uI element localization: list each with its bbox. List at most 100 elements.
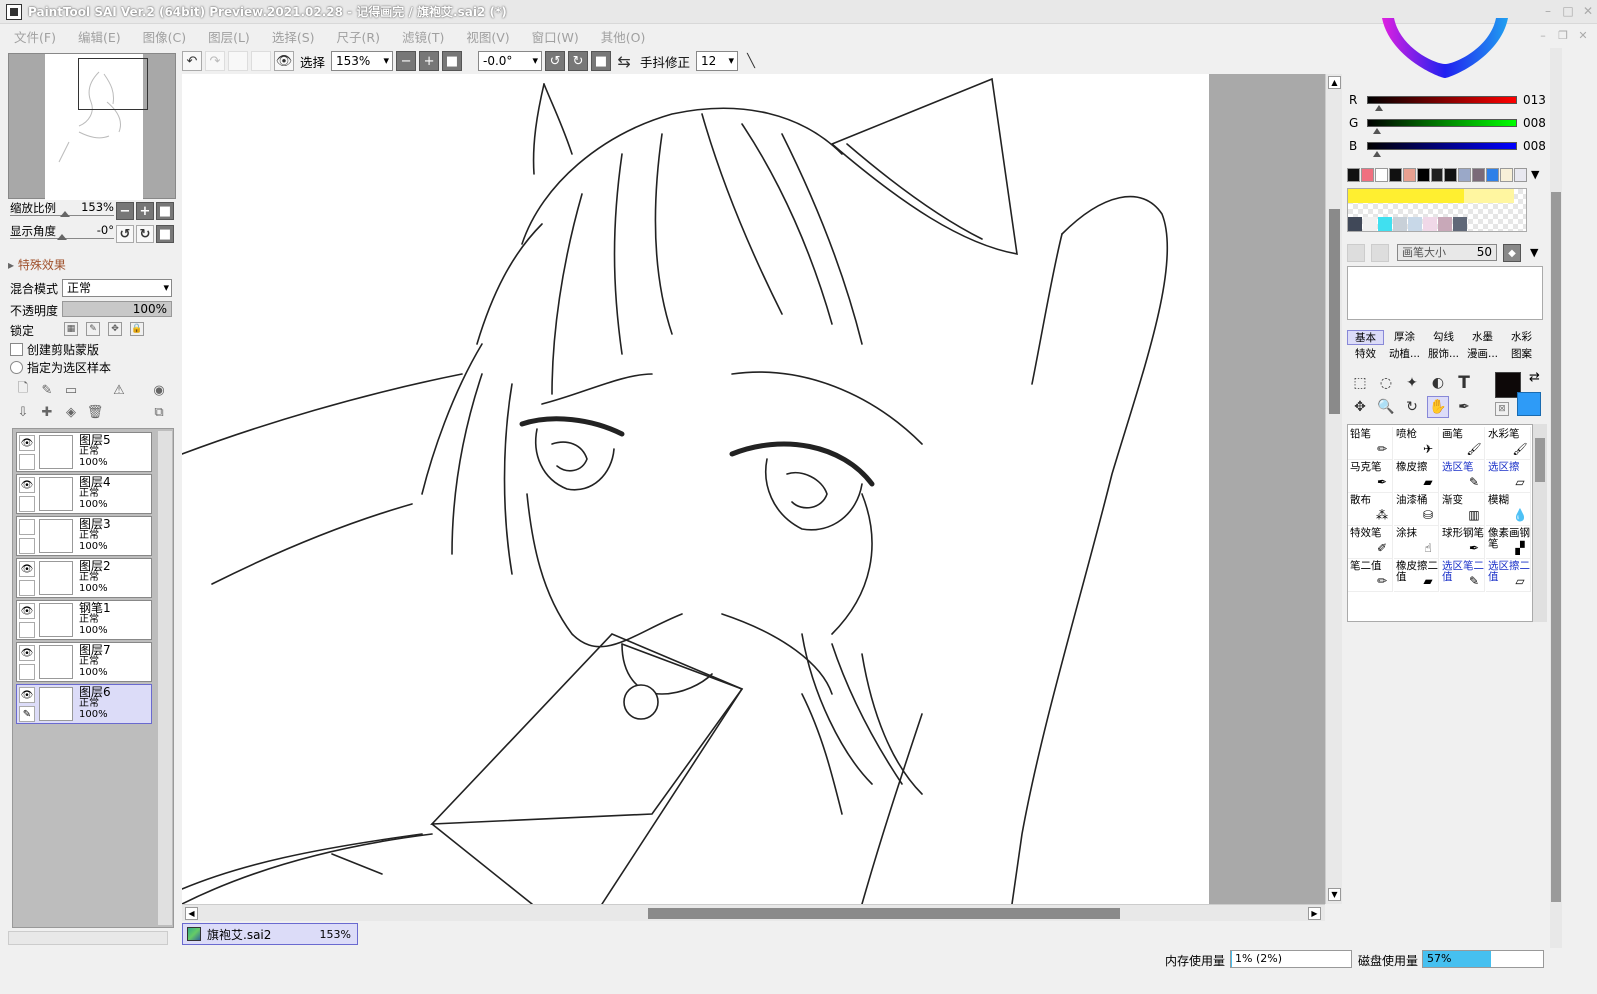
toolbar-zoom-out-button[interactable]: −: [396, 51, 417, 71]
lock-paint-icon[interactable]: ✎: [86, 322, 100, 336]
menu-image[interactable]: 图像(C): [143, 27, 186, 46]
brush-size-decrease-button[interactable]: [1347, 244, 1365, 262]
navigator-view-rect[interactable]: [78, 58, 148, 110]
menu-select[interactable]: 选择(S): [272, 27, 315, 46]
close-icon[interactable]: ✕: [1579, 2, 1597, 20]
brush-tool-cell[interactable]: 橡皮擦 ▰: [1394, 460, 1439, 493]
layer-item[interactable]: 👁 图层4 正常 100%: [16, 474, 152, 514]
menu-window[interactable]: 窗口(W): [532, 27, 579, 46]
undo-icon[interactable]: ↶: [182, 51, 202, 71]
transparent-color-icon[interactable]: ⊠: [1495, 402, 1509, 416]
brush-tool-cell[interactable]: 马克笔 ✒: [1348, 460, 1393, 493]
eyedropper-icon[interactable]: ✒: [1453, 396, 1475, 418]
redo-icon[interactable]: ↷: [205, 51, 225, 71]
palette-swatch[interactable]: [1423, 217, 1437, 231]
zoom-in-button[interactable]: +: [136, 202, 154, 220]
deselect-icon[interactable]: [228, 51, 248, 71]
layer-edit-toggle[interactable]: [19, 496, 35, 512]
straight-line-icon[interactable]: ╲: [741, 51, 761, 71]
right-panel-scrollbar[interactable]: [1550, 48, 1562, 948]
brush-tool-cell[interactable]: 选区擦二值 ▱: [1486, 559, 1531, 592]
brush-tab[interactable]: 图案: [1503, 347, 1540, 362]
doc-minimize-icon[interactable]: –: [1535, 27, 1551, 43]
palette-swatch[interactable]: [1408, 217, 1422, 231]
rotate-tool-icon[interactable]: ↻: [1401, 396, 1423, 418]
blue-knob[interactable]: [1373, 151, 1381, 157]
brush-grid-scroll-thumb[interactable]: [1535, 438, 1545, 482]
red-knob[interactable]: [1375, 105, 1383, 111]
green-bar[interactable]: [1367, 119, 1517, 127]
layer-visibility-toggle[interactable]: 👁: [19, 603, 35, 619]
clipping-mask-row[interactable]: 创建剪贴蒙版: [10, 341, 99, 358]
red-bar[interactable]: [1367, 96, 1517, 104]
brush-size-increase-button[interactable]: [1371, 244, 1389, 262]
layer-list-scrollbar[interactable]: [158, 431, 172, 925]
magic-wand-icon[interactable]: ✦: [1401, 372, 1423, 394]
color-swatch[interactable]: [1430, 168, 1444, 182]
zoom-reset-button[interactable]: ■: [156, 202, 174, 220]
canvas-area[interactable]: [182, 74, 1325, 904]
scroll-down-icon[interactable]: ▼: [1328, 888, 1341, 901]
copy-layer-icon[interactable]: ✚: [38, 403, 56, 421]
invert-selection-icon[interactable]: [251, 51, 271, 71]
layer-edit-toggle[interactable]: ✎: [19, 706, 35, 722]
palette-swatch[interactable]: [1453, 217, 1467, 231]
zoom-tool-icon[interactable]: 🔍: [1375, 396, 1397, 418]
new-layer-icon[interactable]: 🗋: [14, 381, 32, 399]
delete-layer-icon[interactable]: 🗑: [86, 403, 104, 421]
menu-layer[interactable]: 图层(L): [208, 27, 250, 46]
palette-swatch[interactable]: [1438, 217, 1452, 231]
palette-swatch[interactable]: [1378, 217, 1392, 231]
brush-tool-cell[interactable]: 模糊 💧: [1486, 493, 1531, 526]
color-swatch[interactable]: [1374, 168, 1388, 182]
layer-edit-toggle[interactable]: [19, 664, 35, 680]
zoom-select[interactable]: 153%: [331, 51, 394, 71]
menu-other[interactable]: 其他(O): [601, 27, 646, 46]
swatch-palette[interactable]: [1347, 188, 1527, 232]
apply-mask-icon[interactable]: ⧉: [150, 403, 168, 421]
color-swatch[interactable]: [1360, 168, 1374, 182]
color-swatch[interactable]: [1402, 168, 1416, 182]
brush-grid-scrollbar[interactable]: [1533, 424, 1547, 622]
layer-effect-icon[interactable]: ⚠: [110, 381, 128, 399]
green-slider[interactable]: G 008: [1349, 116, 1546, 136]
toolbar-zoom-in-button[interactable]: +: [419, 51, 440, 71]
brush-tab[interactable]: 水彩: [1503, 330, 1540, 345]
drawing-canvas[interactable]: [182, 74, 1209, 904]
brush-tool-cell[interactable]: 散布 ⁂: [1348, 493, 1393, 526]
palette-swatch[interactable]: [1393, 217, 1407, 231]
green-knob[interactable]: [1373, 128, 1381, 134]
palette-swatch[interactable]: [1363, 217, 1377, 231]
doc-restore-icon[interactable]: ❐: [1555, 27, 1571, 43]
menu-view[interactable]: 视图(V): [466, 27, 509, 46]
layer-visibility-toggle[interactable]: 👁: [19, 561, 35, 577]
selection-visibility-icon[interactable]: 👁: [274, 51, 294, 71]
clipping-mask-checkbox[interactable]: [10, 343, 23, 356]
brush-tool-cell[interactable]: 画笔 🖌: [1440, 427, 1485, 460]
zoom-knob[interactable]: [59, 211, 70, 217]
menu-filter[interactable]: 滤镜(T): [402, 27, 444, 46]
stabilizer-select[interactable]: 12: [696, 51, 739, 71]
toolbar-zoom-reset-button[interactable]: ■: [442, 51, 463, 71]
toolbar-rotate-right-button[interactable]: ↻: [568, 51, 589, 71]
lock-transparency-icon[interactable]: ▦: [64, 322, 78, 336]
brush-tab[interactable]: 勾线: [1425, 330, 1462, 345]
color-swatch[interactable]: [1472, 168, 1486, 182]
zoom-out-button[interactable]: −: [116, 202, 134, 220]
layer-item[interactable]: 👁 图层5 正常 100%: [16, 432, 152, 472]
brush-tool-cell[interactable]: 笔二值 ✏: [1348, 559, 1393, 592]
scroll-right-icon[interactable]: ▶: [1308, 907, 1321, 920]
merge-down-icon[interactable]: ⇩: [14, 403, 32, 421]
brush-tool-cell[interactable]: 球形钢笔 ✒: [1440, 526, 1485, 559]
brush-tool-cell[interactable]: 选区笔 ✎: [1440, 460, 1485, 493]
blend-mode-select[interactable]: 正常: [62, 279, 172, 297]
layer-visibility-toggle[interactable]: 👁: [19, 435, 35, 451]
doc-close-icon[interactable]: ✕: [1575, 27, 1591, 43]
clear-layer-icon[interactable]: ◈: [62, 403, 80, 421]
rotate-left-button[interactable]: ↺: [116, 225, 134, 243]
document-tab[interactable]: 旗袍艾.sai2 153%: [182, 923, 358, 945]
layer-edit-toggle[interactable]: [19, 538, 35, 554]
brush-tab[interactable]: 厚涂: [1386, 330, 1423, 345]
lock-all-icon[interactable]: 🔒: [130, 322, 144, 336]
brush-tab[interactable]: 动植...: [1386, 347, 1423, 362]
